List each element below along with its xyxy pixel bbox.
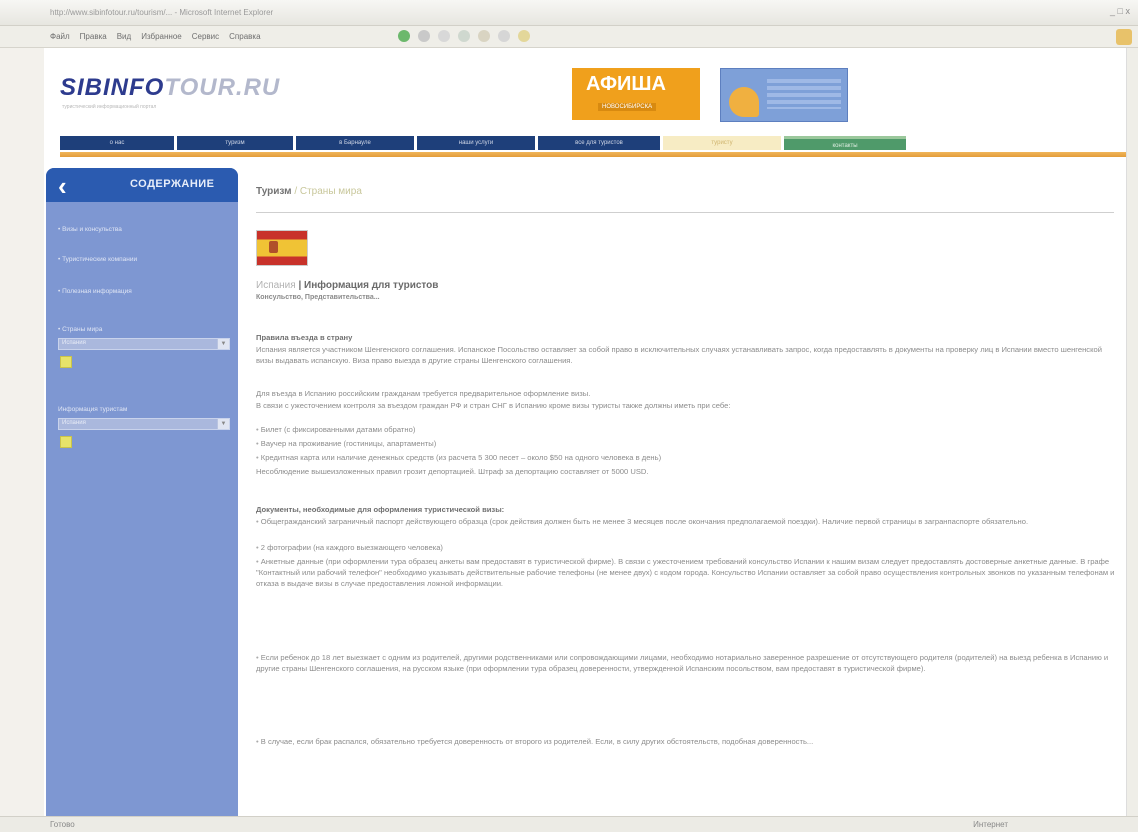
- menu-help[interactable]: Справка: [229, 32, 260, 41]
- back-arrow-icon[interactable]: ‹: [58, 171, 67, 202]
- window-controls[interactable]: _ □ x: [1110, 6, 1130, 16]
- sidebar-item-tourist-info[interactable]: Информация туристам: [58, 406, 127, 413]
- breadcrumb-current[interactable]: / Страны мира: [292, 186, 362, 197]
- menu-tools[interactable]: Сервис: [192, 32, 219, 41]
- chevron-down-icon[interactable]: ▼: [217, 419, 229, 429]
- sidebar-item-companies[interactable]: • Туристические компании: [58, 256, 137, 263]
- search-icon[interactable]: [498, 30, 510, 42]
- menu-view[interactable]: Вид: [117, 32, 131, 41]
- list-item: Кредитная карта или наличие денежных сре…: [256, 452, 1118, 463]
- menu-edit[interactable]: Правка: [80, 32, 107, 41]
- paragraph: Для въезда в Испанию российским граждана…: [256, 389, 591, 398]
- sidebar-item-countries[interactable]: • Страны мира: [58, 326, 102, 333]
- country-link[interactable]: Испания: [256, 280, 296, 291]
- afisha-subtitle: НОВОСИБИРСКА: [598, 103, 657, 111]
- nav-item-about[interactable]: о нас: [60, 136, 174, 150]
- nav-item-services[interactable]: наши услуги: [417, 136, 535, 150]
- menu-file[interactable]: Файл: [50, 32, 70, 41]
- logo-part-ru: .RU: [235, 74, 281, 101]
- info-select[interactable]: Испания ▼: [58, 418, 230, 430]
- home-icon[interactable]: [478, 30, 490, 42]
- status-text: Готово: [50, 820, 75, 829]
- back-icon[interactable]: [398, 30, 410, 42]
- main-nav: о нас туризм в Барнауле наши услуги все …: [60, 136, 1126, 152]
- refresh-icon[interactable]: [458, 30, 470, 42]
- ad-banner[interactable]: [720, 68, 848, 122]
- afisha-title: АФИША: [586, 73, 666, 95]
- list-item: Ваучер на проживание (гостиницы, апартам…: [256, 438, 1118, 449]
- sidebar-item-info[interactable]: • Полезная информация: [58, 288, 132, 295]
- stop-icon[interactable]: [438, 30, 450, 42]
- banner-text-block: [767, 79, 841, 109]
- spain-flag-icon: [256, 230, 308, 266]
- forward-icon[interactable]: [418, 30, 430, 42]
- country-select[interactable]: Испания ▼: [58, 338, 230, 350]
- breadcrumb: Туризм / Страны мира: [256, 186, 362, 197]
- list-item: Общегражданский заграничный паспорт дейс…: [256, 516, 1118, 527]
- nav-item-barnaul[interactable]: в Барнауле: [296, 136, 414, 150]
- info-go-button[interactable]: [60, 436, 72, 448]
- menu-favorites[interactable]: Избранное: [141, 32, 182, 41]
- list-item: Анкетные данные (при оформлении тура обр…: [256, 556, 1118, 590]
- site-logo[interactable]: SIBINFOTOUR.RU туристический информацион…: [60, 74, 281, 110]
- sidebar: ‹ СОДЕРЖАНИЕ • Визы и консульства • Тури…: [46, 168, 238, 816]
- country-select-value: Испания: [62, 340, 86, 346]
- afisha-banner[interactable]: АФИША НОВОСИБИРСКА: [572, 68, 700, 120]
- breadcrumb-root[interactable]: Туризм: [256, 186, 292, 197]
- status-zone: Интернет: [973, 820, 1008, 829]
- country-go-button[interactable]: [60, 356, 72, 368]
- page-title: Испания | Информация для туристов: [256, 280, 438, 291]
- nav-item-tourist[interactable]: туристу: [663, 136, 781, 150]
- nav-item-contacts[interactable]: контакты: [784, 136, 906, 150]
- web-page: SIBINFOTOUR.RU туристический информацион…: [44, 48, 1126, 816]
- list-item: В случае, если брак распался, обязательн…: [256, 736, 1118, 747]
- divider: [256, 212, 1114, 213]
- flag-emblem-icon: [269, 241, 278, 253]
- nav-item-tourism[interactable]: туризм: [177, 136, 293, 150]
- browser-statusbar: Готово Интернет: [0, 816, 1138, 832]
- list-item: 2 фотографии (на каждого выезжающего чел…: [256, 542, 1118, 553]
- page-title-text: | Информация для туристов: [295, 280, 439, 291]
- sidebar-title: СОДЕРЖАНИЕ: [130, 178, 215, 190]
- logo-part-sibinfo: SIBINFO: [60, 74, 165, 101]
- window-title: http://www.sibinfotour.ru/tourism/... - …: [50, 8, 274, 17]
- ie-logo-icon: [1116, 29, 1132, 45]
- nav-item-for-tourists[interactable]: все для туристов: [538, 136, 660, 150]
- page-subtitle[interactable]: Консульство, Представительства...: [256, 294, 380, 301]
- paragraph-note: Несоблюдение вышеизложенных правил грози…: [256, 467, 649, 476]
- desktop-margin: [0, 48, 44, 816]
- banner-graphic-icon: [729, 87, 759, 117]
- browser-menubar: Файл Правка Вид Избранное Сервис Справка: [0, 26, 1138, 48]
- paragraph: В связи с ужесточением контроля за въезд…: [256, 401, 731, 410]
- section-title-documents: Документы, необходимые для оформления ту…: [256, 505, 505, 514]
- info-select-value: Испания: [62, 420, 86, 426]
- nav-underline: [60, 152, 1126, 157]
- chevron-down-icon[interactable]: ▼: [217, 339, 229, 349]
- list-item: Билет (с фиксированными датами обратно): [256, 424, 1118, 435]
- section-title-entry-rules: Правила въезда в страну: [256, 333, 353, 342]
- favorites-icon[interactable]: [518, 30, 530, 42]
- list-item: Если ребенок до 18 лет выезжает с одним …: [256, 652, 1118, 674]
- sidebar-item-visas[interactable]: • Визы и консульства: [58, 226, 122, 233]
- paragraph: Испания является участником Шенгенского …: [256, 345, 1102, 366]
- logo-part-tour: TOUR: [164, 74, 236, 101]
- logo-tagline: туристический информационный портал: [62, 104, 157, 110]
- vertical-scrollbar[interactable]: [1126, 48, 1138, 816]
- browser-titlebar: http://www.sibinfotour.ru/tourism/... - …: [0, 0, 1138, 26]
- sidebar-header: ‹ СОДЕРЖАНИЕ: [46, 168, 238, 202]
